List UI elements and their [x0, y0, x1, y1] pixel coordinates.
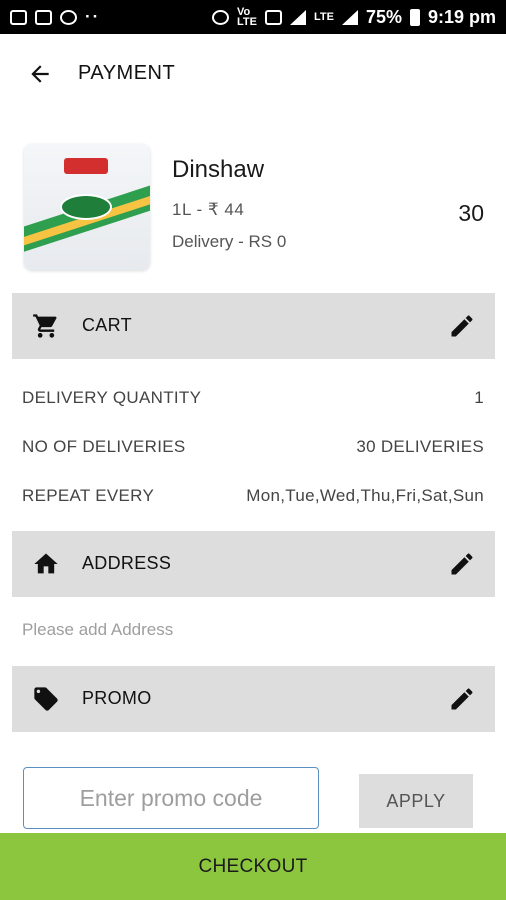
- more-dots-icon: ··: [85, 7, 101, 26]
- back-button[interactable]: [24, 58, 56, 90]
- row-value: 30 DELIVERIES: [356, 437, 484, 456]
- product-quantity: 30: [458, 200, 484, 226]
- edit-promo-button[interactable]: [447, 684, 477, 714]
- checkout-button[interactable]: CHECKOUT: [0, 833, 506, 900]
- product-image: [24, 144, 150, 270]
- lte-signal-icon: LTE: [313, 11, 334, 23]
- address-placeholder-text: Please add Address: [22, 620, 174, 639]
- edit-pencil-icon: [451, 315, 473, 337]
- row-value: 1: [474, 388, 484, 407]
- package-label: [60, 194, 112, 220]
- brand-logo: [64, 158, 108, 174]
- cast-icon: [264, 9, 282, 25]
- product-delivery-charge: Delivery - RS 0: [172, 232, 287, 251]
- status-left: ··: [10, 7, 100, 27]
- address-label: ADDRESS: [82, 553, 172, 573]
- promo-label: PROMO: [82, 688, 152, 708]
- edit-pencil-icon: [451, 553, 473, 575]
- edit-pencil-icon: [451, 688, 473, 710]
- product-price: 1L - ₹ 44: [172, 200, 245, 219]
- apply-promo-button[interactable]: APPLY: [359, 774, 473, 828]
- cart-row-repeat-every: REPEAT EVERY Mon,Tue,Wed,Thu,Fri,Sat,Sun: [22, 486, 484, 506]
- product-name: Dinshaw: [172, 156, 265, 183]
- battery-icon: [409, 8, 420, 26]
- row-label: DELIVERY QUANTITY: [22, 388, 202, 407]
- battery-percent: 75%: [365, 6, 402, 27]
- tag-icon: [34, 687, 58, 711]
- row-value: Mon,Tue,Wed,Thu,Fri,Sat,Sun: [246, 486, 484, 505]
- cart-row-no-of-deliveries: NO OF DELIVERIES 30 DELIVERIES: [22, 437, 484, 457]
- volte-icon: Vo LTE: [237, 6, 257, 28]
- app-icon: [60, 9, 77, 25]
- edit-address-button[interactable]: [447, 549, 477, 579]
- signal-icon: [289, 9, 306, 25]
- edit-cart-button[interactable]: [447, 311, 477, 341]
- page-title: PAYMENT: [78, 62, 176, 84]
- row-label: NO OF DELIVERIES: [22, 437, 186, 456]
- promo-section-header: PROMO: [12, 666, 495, 732]
- status-time: 9:19 pm: [427, 6, 496, 27]
- signal-icon-2: [341, 9, 358, 25]
- cart-label: CART: [82, 315, 132, 335]
- home-icon: [34, 553, 58, 574]
- status-bar: ·· Vo LTE LTE 75% 9:19 pm: [0, 0, 506, 34]
- row-label: REPEAT EVERY: [22, 486, 155, 505]
- address-section-header: ADDRESS: [12, 531, 495, 597]
- notification-icon: [10, 9, 27, 25]
- cart-section-header: CART: [12, 293, 495, 359]
- image-icon: [35, 9, 52, 25]
- app-bar: PAYMENT: [0, 34, 506, 114]
- cart-row-delivery-quantity: DELIVERY QUANTITY 1: [22, 388, 484, 408]
- status-right: Vo LTE LTE 75% 9:19 pm: [212, 7, 496, 28]
- cart-icon: [33, 314, 57, 338]
- alarm-icon: [212, 9, 229, 25]
- arrow-back-icon: [31, 65, 49, 83]
- promo-code-input[interactable]: [23, 767, 319, 829]
